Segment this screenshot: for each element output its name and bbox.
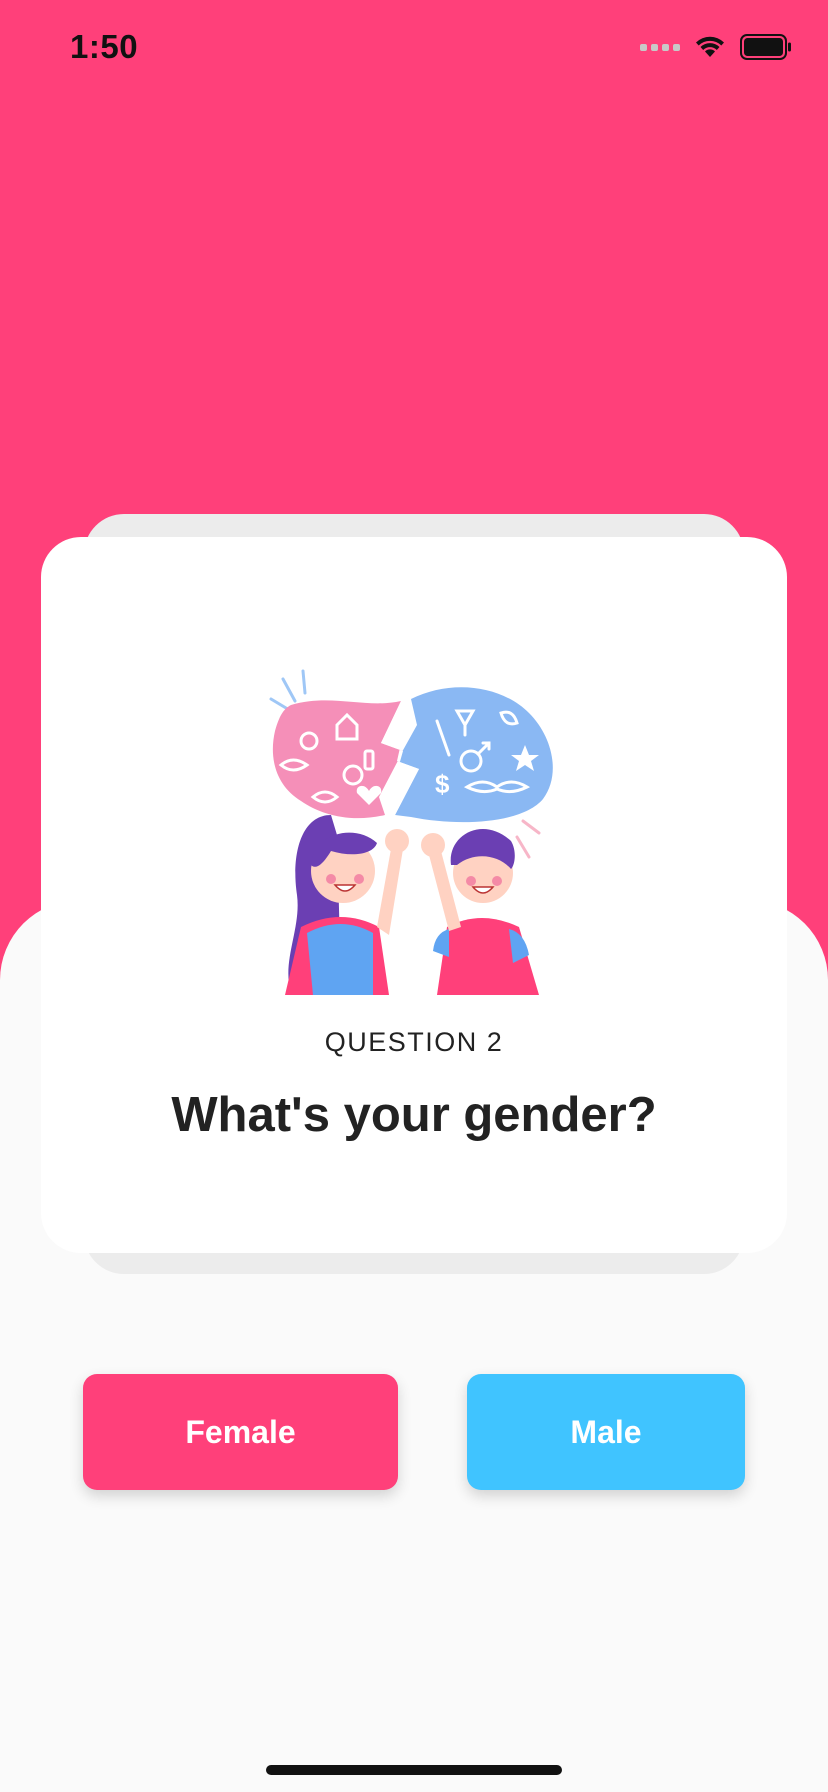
gender-illustration: $ [269, 669, 553, 995]
svg-text:$: $ [435, 769, 450, 799]
status-time: 1:50 [70, 28, 139, 65]
female-button[interactable]: Female [83, 1374, 398, 1490]
battery-icon [740, 34, 791, 60]
cellular-signal-icon [640, 43, 680, 51]
question-number: QUESTION 2 [324, 1027, 504, 1057]
wifi-icon [696, 36, 724, 57]
question-title: What's your gender? [171, 1088, 657, 1142]
question-card[interactable]: $ QUESTION 2 What's your gender? [41, 537, 787, 1253]
home-indicator[interactable] [266, 1765, 562, 1775]
status-icons [640, 34, 792, 60]
male-button[interactable]: Male [467, 1374, 745, 1490]
